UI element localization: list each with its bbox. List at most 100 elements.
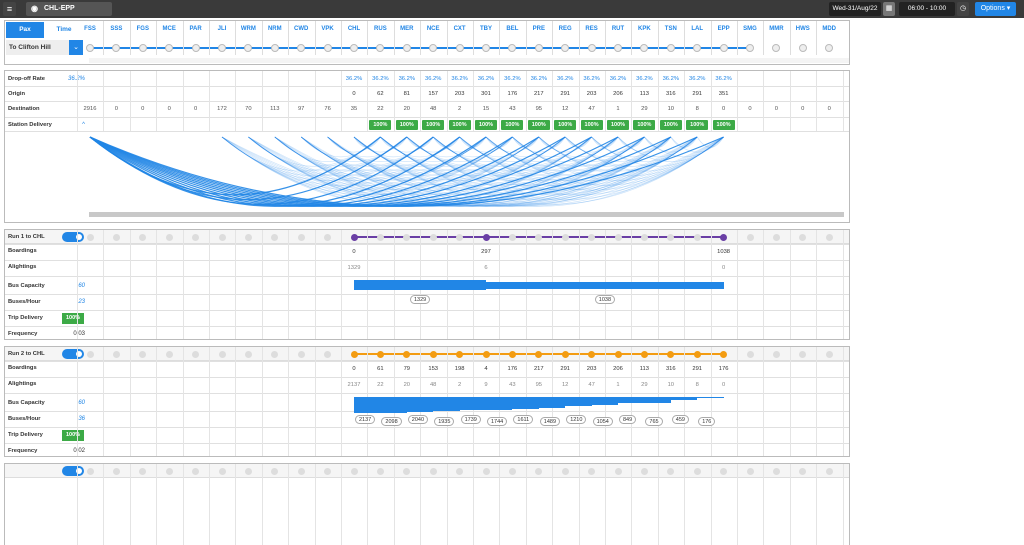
date-display[interactable]: Wed-31/Aug/22: [829, 2, 881, 16]
station-code[interactable]: WRM: [235, 26, 261, 32]
destination-cell[interactable]: 12: [552, 103, 578, 116]
bus-capacity-input[interactable]: 60: [59, 397, 85, 410]
station-code[interactable]: CHL: [341, 26, 367, 32]
stop-marker[interactable]: [535, 350, 543, 358]
stop-marker[interactable]: [588, 350, 596, 358]
origin-cell[interactable]: 316: [658, 88, 684, 101]
dropoff-cell[interactable]: 36.2%: [605, 73, 631, 86]
destination-cell[interactable]: 0: [103, 103, 129, 116]
destination-cell[interactable]: 48: [420, 103, 446, 116]
inactive-stop[interactable]: [112, 467, 120, 475]
destination-cell[interactable]: 0: [711, 103, 737, 116]
station-dot[interactable]: [429, 44, 438, 52]
stop-marker[interactable]: [350, 350, 358, 358]
station-dot[interactable]: [270, 44, 279, 52]
alightings-cell[interactable]: 1329: [341, 262, 367, 275]
inactive-stop[interactable]: [403, 233, 411, 241]
buses-hour-input[interactable]: 23: [59, 296, 85, 309]
inactive-stop[interactable]: [271, 233, 279, 241]
inactive-stop[interactable]: [86, 350, 94, 358]
origin-cell[interactable]: 217: [526, 88, 552, 101]
boardings-cell[interactable]: 0: [341, 363, 367, 376]
origin-cell[interactable]: 203: [447, 88, 473, 101]
alightings-cell[interactable]: 20: [394, 379, 420, 392]
dropoff-cell[interactable]: 36.2%: [631, 73, 657, 86]
boardings-cell[interactable]: 61: [367, 363, 393, 376]
station-dot[interactable]: [614, 44, 622, 52]
origin-cell[interactable]: 81: [394, 88, 420, 101]
destination-cell[interactable]: 0: [816, 103, 842, 116]
destination-cell[interactable]: 2916: [77, 103, 103, 116]
inactive-stop[interactable]: [86, 233, 94, 241]
dropoff-cell[interactable]: 36.2%: [499, 73, 525, 86]
stop-marker[interactable]: [376, 350, 384, 358]
dropoff-cell[interactable]: 36.2%: [341, 73, 367, 86]
destination-cell[interactable]: 29: [631, 103, 657, 116]
alightings-cell[interactable]: 2137: [341, 379, 367, 392]
run-toggle[interactable]: [62, 466, 84, 476]
inactive-stop[interactable]: [324, 350, 332, 358]
options-button[interactable]: Options ▾: [975, 2, 1016, 16]
inactive-stop[interactable]: [244, 467, 252, 475]
inactive-stop[interactable]: [535, 233, 543, 241]
destination-cell[interactable]: 0: [156, 103, 182, 116]
dropoff-cell[interactable]: 36.2%: [420, 73, 446, 86]
origin-cell[interactable]: 291: [684, 88, 710, 101]
inactive-stop[interactable]: [799, 350, 807, 358]
inactive-stop[interactable]: [746, 350, 754, 358]
boardings-cell[interactable]: 291: [684, 363, 710, 376]
station-code[interactable]: JLI: [209, 26, 235, 32]
menu-icon[interactable]: ≡: [3, 2, 16, 16]
dropoff-cell[interactable]: 36.2%: [367, 73, 393, 86]
station-dot[interactable]: [138, 44, 147, 52]
bus-capacity-input[interactable]: 60: [59, 280, 85, 293]
time-range-display[interactable]: 06:00 - 10:00: [899, 2, 955, 16]
inactive-stop[interactable]: [693, 233, 701, 241]
inactive-stop[interactable]: [192, 233, 200, 241]
station-dot[interactable]: [218, 44, 226, 52]
station-code[interactable]: LAL: [684, 26, 710, 32]
dropoff-cell[interactable]: 36.2%: [658, 73, 684, 86]
station-dot[interactable]: [455, 44, 464, 52]
inactive-stop[interactable]: [746, 233, 754, 241]
inactive-stop[interactable]: [720, 467, 728, 475]
inactive-stop[interactable]: [456, 467, 464, 475]
station-dot[interactable]: [86, 44, 94, 52]
station-code[interactable]: PRE: [526, 26, 552, 32]
inactive-stop[interactable]: [614, 233, 622, 241]
buses-hour-input[interactable]: 36: [59, 413, 85, 426]
destination-select[interactable]: To Clifton Hill: [6, 40, 69, 55]
inactive-stop[interactable]: [218, 350, 226, 358]
station-code[interactable]: MDD: [816, 26, 842, 32]
origin-cell[interactable]: 0: [341, 88, 367, 101]
inactive-stop[interactable]: [535, 467, 543, 475]
origin-cell[interactable]: 291: [552, 88, 578, 101]
inactive-stop[interactable]: [825, 350, 833, 358]
destination-cell[interactable]: 43: [499, 103, 525, 116]
stop-marker[interactable]: [403, 350, 411, 358]
station-dot[interactable]: [376, 44, 385, 52]
destination-cell[interactable]: 70: [235, 103, 261, 116]
destination-cell[interactable]: 95: [526, 103, 552, 116]
inactive-stop[interactable]: [139, 350, 147, 358]
station-code[interactable]: REG: [552, 26, 578, 32]
destination-cell[interactable]: 8: [684, 103, 710, 116]
inactive-stop[interactable]: [799, 467, 807, 475]
boardings-cell[interactable]: 198: [447, 363, 473, 376]
alightings-cell[interactable]: 0: [711, 262, 737, 275]
dropoff-cell[interactable]: 36.2%: [552, 73, 578, 86]
inactive-stop[interactable]: [482, 467, 490, 475]
alightings-cell[interactable]: 22: [367, 379, 393, 392]
station-code[interactable]: SSS: [103, 26, 129, 32]
run-toggle[interactable]: [62, 232, 84, 242]
origin-cell[interactable]: 157: [420, 88, 446, 101]
calendar-icon[interactable]: ▦: [883, 2, 895, 16]
dropoff-rate-input[interactable]: 36.2%: [59, 73, 85, 86]
destination-cell[interactable]: 20: [394, 103, 420, 116]
alightings-cell[interactable]: 0: [711, 379, 737, 392]
alightings-cell[interactable]: 6: [473, 262, 499, 275]
inactive-stop[interactable]: [403, 467, 411, 475]
stop-marker[interactable]: [482, 233, 490, 241]
inactive-stop[interactable]: [772, 350, 780, 358]
stop-marker[interactable]: [614, 350, 622, 358]
